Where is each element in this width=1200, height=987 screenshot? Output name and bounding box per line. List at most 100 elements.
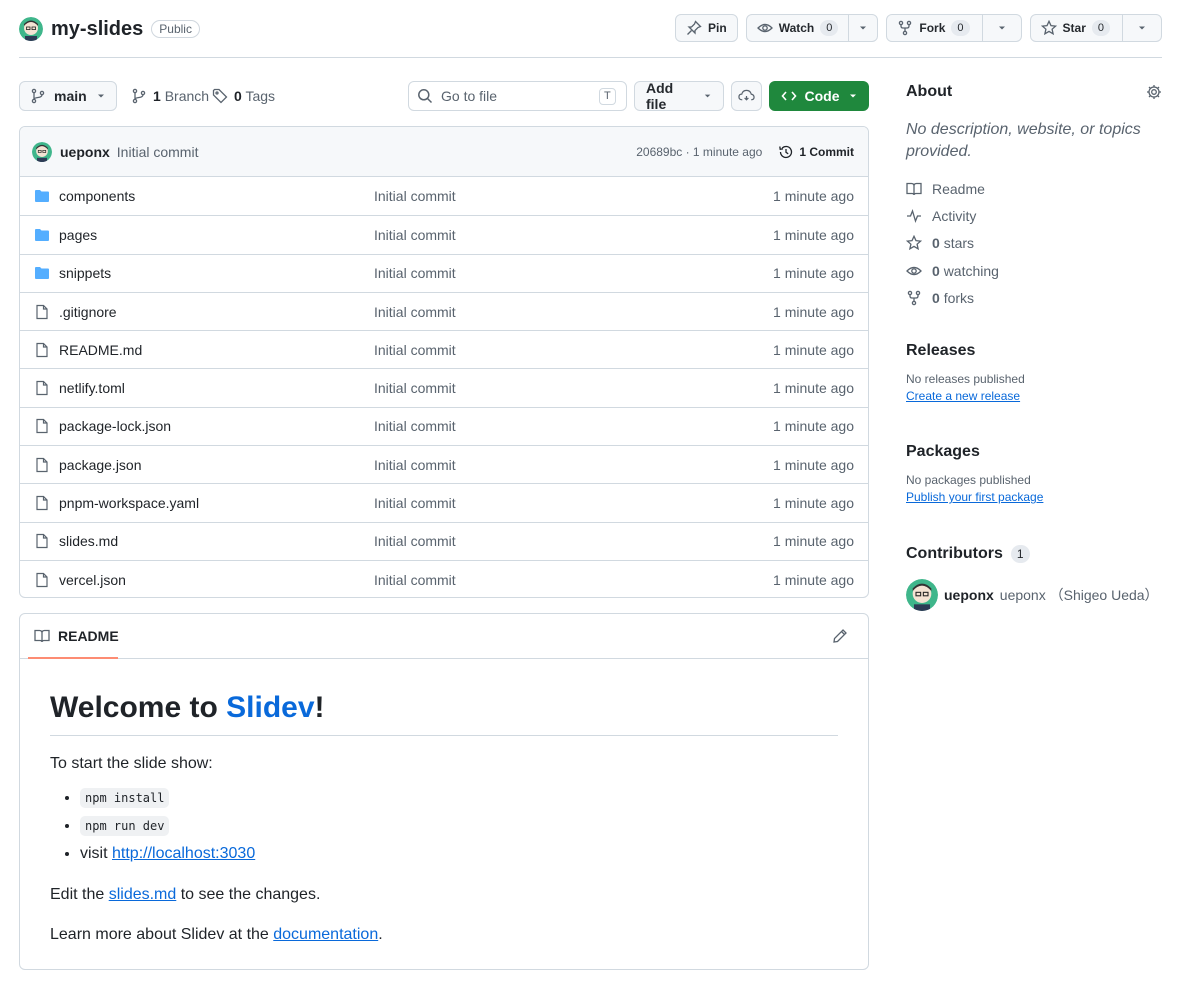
watch-label: Watch bbox=[778, 21, 815, 35]
star-dropdown[interactable] bbox=[1122, 15, 1161, 41]
table-row[interactable]: vercel.json Initial commit 1 minute ago bbox=[20, 559, 868, 597]
file-commit-message[interactable]: Initial commit bbox=[374, 265, 704, 281]
file-icon bbox=[36, 457, 48, 472]
file-commit-message[interactable]: Initial commit bbox=[374, 304, 704, 320]
pin-icon bbox=[687, 20, 702, 35]
readme-steps: npm install npm run dev visit http://loc… bbox=[50, 784, 838, 867]
fork-button[interactable]: Fork 0 bbox=[886, 14, 1022, 42]
fork-icon bbox=[907, 290, 921, 306]
copilot-button[interactable] bbox=[731, 81, 762, 111]
file-commit-message[interactable]: Initial commit bbox=[374, 533, 704, 549]
file-commit-message[interactable]: Initial commit bbox=[374, 188, 704, 204]
publish-package-link[interactable]: Publish your first package bbox=[906, 490, 1043, 504]
commit-meta[interactable]: 20689bc · 1 minute ago bbox=[636, 145, 762, 159]
file-commit-message[interactable]: Initial commit bbox=[374, 495, 704, 511]
table-row[interactable]: netlify.toml Initial commit 1 minute ago bbox=[20, 368, 868, 406]
table-row[interactable]: .gitignore Initial commit 1 minute ago bbox=[20, 291, 868, 330]
commit-message[interactable]: Initial commit bbox=[117, 144, 199, 160]
file-commit-message[interactable]: Initial commit bbox=[374, 572, 704, 588]
add-file-button[interactable]: Add file bbox=[634, 80, 724, 112]
go-to-file-input[interactable] bbox=[441, 88, 591, 104]
contributor-login[interactable]: ueponx bbox=[944, 587, 994, 603]
pulse-icon bbox=[907, 208, 921, 223]
create-release-link[interactable]: Create a new release bbox=[906, 389, 1020, 403]
file-commit-message[interactable]: Initial commit bbox=[374, 227, 704, 243]
list-item: npm run dev bbox=[80, 812, 838, 840]
table-row[interactable]: components Initial commit 1 minute ago bbox=[20, 177, 868, 215]
releases-empty: No releases published bbox=[906, 372, 1025, 386]
documentation-link[interactable]: documentation bbox=[273, 926, 378, 943]
table-row[interactable]: slides.md Initial commit 1 minute ago bbox=[20, 521, 868, 560]
file-icon bbox=[36, 572, 48, 587]
fork-icon bbox=[899, 20, 912, 36]
localhost-link[interactable]: http://localhost:3030 bbox=[112, 845, 255, 862]
file-name[interactable]: .gitignore bbox=[59, 304, 374, 320]
readme-link[interactable]: Readme bbox=[906, 175, 1162, 202]
caret-down-icon bbox=[98, 94, 104, 98]
releases-title[interactable]: Releases bbox=[906, 342, 1162, 360]
gear-icon[interactable] bbox=[1146, 84, 1162, 100]
pencil-icon[interactable] bbox=[832, 628, 848, 644]
watching-link[interactable]: 0 watching bbox=[906, 257, 1162, 284]
commit-author-avatar[interactable] bbox=[32, 141, 52, 162]
table-row[interactable]: snippets Initial commit 1 minute ago bbox=[20, 253, 868, 292]
file-icon bbox=[36, 381, 48, 396]
file-commit-message[interactable]: Initial commit bbox=[374, 342, 704, 358]
file-commit-message[interactable]: Initial commit bbox=[374, 418, 704, 434]
go-to-file-search[interactable]: T bbox=[408, 81, 627, 111]
star-icon bbox=[906, 235, 922, 251]
table-row[interactable]: README.md Initial commit 1 minute ago bbox=[20, 330, 868, 368]
contributor-avatar[interactable] bbox=[906, 579, 938, 611]
table-row[interactable]: pages Initial commit 1 minute ago bbox=[20, 215, 868, 253]
table-row[interactable]: package-lock.json Initial commit 1 minute … bbox=[20, 406, 868, 445]
activity-link[interactable]: Activity bbox=[906, 202, 1162, 229]
repo-name[interactable]: my-slides bbox=[51, 18, 143, 41]
file-name[interactable]: pages bbox=[59, 227, 374, 243]
about-section: About No description, website, or topics… bbox=[906, 83, 1162, 311]
watch-dropdown[interactable] bbox=[848, 15, 877, 41]
file-name[interactable]: vercel.json bbox=[59, 572, 374, 588]
contributors-title[interactable]: Contributors bbox=[906, 545, 1003, 563]
owner-avatar[interactable] bbox=[19, 17, 43, 41]
row-icon bbox=[34, 342, 50, 358]
readme-title-text: Welcome to bbox=[50, 691, 227, 724]
branch-select[interactable]: main bbox=[19, 81, 117, 111]
activity-link-label: Activity bbox=[932, 207, 977, 224]
watch-button[interactable]: Watch 0 bbox=[745, 14, 879, 42]
stars-link[interactable]: 0 stars bbox=[906, 230, 1162, 257]
tags-link[interactable]: 0 Tags bbox=[212, 81, 275, 111]
commit-author[interactable]: ueponx bbox=[60, 144, 110, 160]
slidev-link[interactable]: Slidev bbox=[226, 691, 314, 724]
file-name[interactable]: components bbox=[59, 188, 374, 204]
pin-button[interactable]: Pin bbox=[675, 14, 738, 42]
history-icon bbox=[779, 145, 793, 158]
table-row[interactable]: package.json Initial commit 1 minute ago bbox=[20, 445, 868, 483]
code-button[interactable]: Code bbox=[769, 81, 869, 111]
file-name[interactable]: package.json bbox=[59, 457, 374, 473]
readme-header: README bbox=[20, 614, 868, 659]
readme-tab[interactable]: README bbox=[34, 628, 119, 644]
file-name[interactable]: snippets bbox=[59, 265, 374, 281]
file-name[interactable]: pnpm-workspace.yaml bbox=[59, 495, 374, 511]
pin-label: Pin bbox=[708, 21, 727, 35]
star-button[interactable]: Star 0 bbox=[1029, 14, 1162, 42]
forks-link[interactable]: 0 forks bbox=[906, 284, 1162, 311]
file-name[interactable]: slides.md bbox=[59, 533, 374, 549]
file-commit-message[interactable]: Initial commit bbox=[374, 380, 704, 396]
row-icon bbox=[34, 495, 50, 511]
file-commit-message[interactable]: Initial commit bbox=[374, 457, 704, 473]
fork-dropdown[interactable] bbox=[981, 15, 1021, 41]
contributor-item[interactable]: ueponx ueponx （Shigeo Ueda） bbox=[906, 579, 1162, 611]
file-name[interactable]: netlify.toml bbox=[59, 380, 374, 396]
file-name[interactable]: package-lock.json bbox=[59, 418, 374, 434]
file-name[interactable]: README.md bbox=[59, 342, 374, 358]
packages-title[interactable]: Packages bbox=[906, 443, 1162, 461]
stars-label: stars bbox=[943, 235, 975, 252]
slides-md-link[interactable]: slides.md bbox=[109, 886, 177, 903]
table-row[interactable]: pnpm-workspace.yaml Initial commit 1 minut… bbox=[20, 483, 868, 521]
readme-tab-underline bbox=[28, 657, 118, 659]
watch-count: 0 bbox=[820, 20, 839, 36]
branches-link[interactable]: 1 Branch bbox=[131, 81, 209, 111]
tags-count: 0 bbox=[234, 88, 242, 104]
commits-link[interactable]: 1 Commit bbox=[778, 144, 854, 160]
